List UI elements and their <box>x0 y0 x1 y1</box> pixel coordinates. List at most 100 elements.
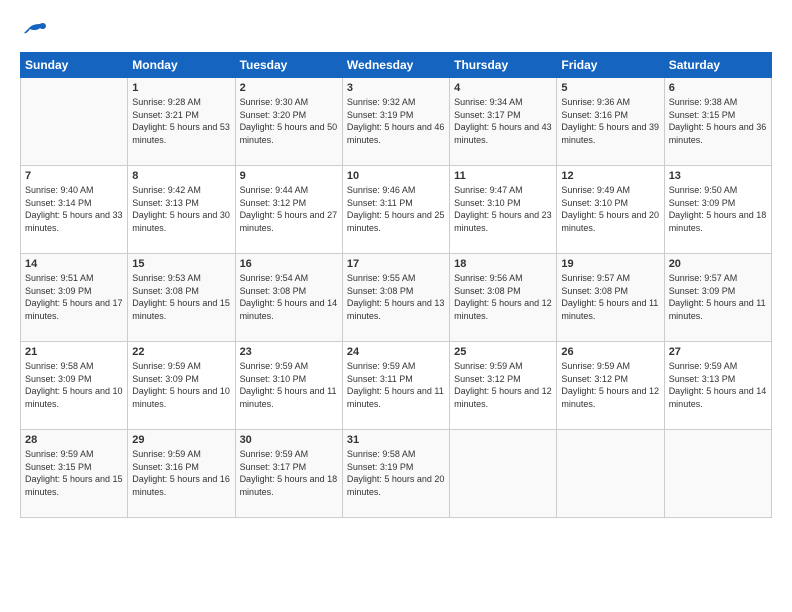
sunset-label: Sunset: 3:16 PM <box>132 462 199 472</box>
calendar-day-cell: 6 Sunrise: 9:38 AM Sunset: 3:15 PM Dayli… <box>664 78 771 166</box>
calendar-week-row: 7 Sunrise: 9:40 AM Sunset: 3:14 PM Dayli… <box>21 166 772 254</box>
day-info: Sunrise: 9:51 AM Sunset: 3:09 PM Dayligh… <box>25 272 123 322</box>
sunset-label: Sunset: 3:12 PM <box>240 198 307 208</box>
calendar-day-cell: 30 Sunrise: 9:59 AM Sunset: 3:17 PM Dayl… <box>235 430 342 518</box>
daylight-label: Daylight: 5 hours and 11 minutes. <box>347 386 444 409</box>
sunset-label: Sunset: 3:08 PM <box>347 286 414 296</box>
sunset-label: Sunset: 3:09 PM <box>132 374 199 384</box>
day-info: Sunrise: 9:59 AM Sunset: 3:15 PM Dayligh… <box>25 448 123 498</box>
sunrise-label: Sunrise: 9:34 AM <box>454 97 523 107</box>
sunset-label: Sunset: 3:12 PM <box>561 374 628 384</box>
day-info: Sunrise: 9:30 AM Sunset: 3:20 PM Dayligh… <box>240 96 338 146</box>
sunset-label: Sunset: 3:19 PM <box>347 110 414 120</box>
calendar-table: SundayMondayTuesdayWednesdayThursdayFrid… <box>20 52 772 518</box>
day-info: Sunrise: 9:57 AM Sunset: 3:09 PM Dayligh… <box>669 272 767 322</box>
day-info: Sunrise: 9:56 AM Sunset: 3:08 PM Dayligh… <box>454 272 552 322</box>
day-info: Sunrise: 9:40 AM Sunset: 3:14 PM Dayligh… <box>25 184 123 234</box>
day-info: Sunrise: 9:59 AM Sunset: 3:10 PM Dayligh… <box>240 360 338 410</box>
calendar-day-cell: 21 Sunrise: 9:58 AM Sunset: 3:09 PM Dayl… <box>21 342 128 430</box>
daylight-label: Daylight: 5 hours and 10 minutes. <box>132 386 230 409</box>
daylight-label: Daylight: 5 hours and 36 minutes. <box>669 122 767 145</box>
calendar-day-cell: 2 Sunrise: 9:30 AM Sunset: 3:20 PM Dayli… <box>235 78 342 166</box>
daylight-label: Daylight: 5 hours and 14 minutes. <box>669 386 767 409</box>
sunrise-label: Sunrise: 9:59 AM <box>454 361 523 371</box>
daylight-label: Daylight: 5 hours and 23 minutes. <box>454 210 552 233</box>
sunset-label: Sunset: 3:08 PM <box>561 286 628 296</box>
day-number: 1 <box>132 82 230 94</box>
daylight-label: Daylight: 5 hours and 12 minutes. <box>561 386 659 409</box>
weekday-header-cell: Thursday <box>450 53 557 78</box>
day-number: 27 <box>669 346 767 358</box>
calendar-day-cell <box>21 78 128 166</box>
sunset-label: Sunset: 3:09 PM <box>25 286 92 296</box>
day-info: Sunrise: 9:38 AM Sunset: 3:15 PM Dayligh… <box>669 96 767 146</box>
sunset-label: Sunset: 3:09 PM <box>25 374 92 384</box>
sunrise-label: Sunrise: 9:36 AM <box>561 97 630 107</box>
sunrise-label: Sunrise: 9:47 AM <box>454 185 523 195</box>
day-number: 28 <box>25 434 123 446</box>
daylight-label: Daylight: 5 hours and 50 minutes. <box>240 122 338 145</box>
sunrise-label: Sunrise: 9:59 AM <box>561 361 630 371</box>
sunset-label: Sunset: 3:11 PM <box>347 198 413 208</box>
day-number: 6 <box>669 82 767 94</box>
sunset-label: Sunset: 3:19 PM <box>347 462 414 472</box>
sunrise-label: Sunrise: 9:59 AM <box>240 449 309 459</box>
sunrise-label: Sunrise: 9:44 AM <box>240 185 309 195</box>
day-number: 30 <box>240 434 338 446</box>
sunset-label: Sunset: 3:08 PM <box>132 286 199 296</box>
daylight-label: Daylight: 5 hours and 25 minutes. <box>347 210 445 233</box>
calendar-day-cell: 19 Sunrise: 9:57 AM Sunset: 3:08 PM Dayl… <box>557 254 664 342</box>
daylight-label: Daylight: 5 hours and 11 minutes. <box>669 298 766 321</box>
calendar-day-cell: 14 Sunrise: 9:51 AM Sunset: 3:09 PM Dayl… <box>21 254 128 342</box>
day-info: Sunrise: 9:28 AM Sunset: 3:21 PM Dayligh… <box>132 96 230 146</box>
day-number: 20 <box>669 258 767 270</box>
calendar-day-cell: 4 Sunrise: 9:34 AM Sunset: 3:17 PM Dayli… <box>450 78 557 166</box>
sunset-label: Sunset: 3:09 PM <box>669 198 736 208</box>
sunset-label: Sunset: 3:13 PM <box>132 198 199 208</box>
logo <box>20 18 52 46</box>
day-info: Sunrise: 9:44 AM Sunset: 3:12 PM Dayligh… <box>240 184 338 234</box>
day-info: Sunrise: 9:34 AM Sunset: 3:17 PM Dayligh… <box>454 96 552 146</box>
calendar-day-cell: 12 Sunrise: 9:49 AM Sunset: 3:10 PM Dayl… <box>557 166 664 254</box>
daylight-label: Daylight: 5 hours and 18 minutes. <box>669 210 767 233</box>
day-info: Sunrise: 9:36 AM Sunset: 3:16 PM Dayligh… <box>561 96 659 146</box>
day-number: 18 <box>454 258 552 270</box>
day-number: 21 <box>25 346 123 358</box>
daylight-label: Daylight: 5 hours and 39 minutes. <box>561 122 659 145</box>
sunrise-label: Sunrise: 9:30 AM <box>240 97 309 107</box>
sunset-label: Sunset: 3:20 PM <box>240 110 307 120</box>
sunset-label: Sunset: 3:17 PM <box>454 110 521 120</box>
daylight-label: Daylight: 5 hours and 11 minutes. <box>240 386 337 409</box>
calendar-day-cell: 11 Sunrise: 9:47 AM Sunset: 3:10 PM Dayl… <box>450 166 557 254</box>
sunrise-label: Sunrise: 9:40 AM <box>25 185 94 195</box>
sunset-label: Sunset: 3:10 PM <box>240 374 307 384</box>
day-number: 31 <box>347 434 445 446</box>
sunrise-label: Sunrise: 9:32 AM <box>347 97 416 107</box>
sunset-label: Sunset: 3:15 PM <box>25 462 92 472</box>
daylight-label: Daylight: 5 hours and 20 minutes. <box>561 210 659 233</box>
calendar-day-cell: 25 Sunrise: 9:59 AM Sunset: 3:12 PM Dayl… <box>450 342 557 430</box>
page: SundayMondayTuesdayWednesdayThursdayFrid… <box>0 0 792 612</box>
day-number: 16 <box>240 258 338 270</box>
day-info: Sunrise: 9:59 AM Sunset: 3:09 PM Dayligh… <box>132 360 230 410</box>
logo-icon <box>20 18 48 46</box>
day-info: Sunrise: 9:59 AM Sunset: 3:16 PM Dayligh… <box>132 448 230 498</box>
day-number: 12 <box>561 170 659 182</box>
sunrise-label: Sunrise: 9:59 AM <box>25 449 94 459</box>
daylight-label: Daylight: 5 hours and 18 minutes. <box>240 474 338 497</box>
daylight-label: Daylight: 5 hours and 53 minutes. <box>132 122 230 145</box>
daylight-label: Daylight: 5 hours and 20 minutes. <box>347 474 445 497</box>
sunrise-label: Sunrise: 9:28 AM <box>132 97 201 107</box>
day-number: 7 <box>25 170 123 182</box>
sunrise-label: Sunrise: 9:46 AM <box>347 185 416 195</box>
daylight-label: Daylight: 5 hours and 14 minutes. <box>240 298 338 321</box>
day-number: 25 <box>454 346 552 358</box>
calendar-day-cell: 18 Sunrise: 9:56 AM Sunset: 3:08 PM Dayl… <box>450 254 557 342</box>
calendar-day-cell: 27 Sunrise: 9:59 AM Sunset: 3:13 PM Dayl… <box>664 342 771 430</box>
day-number: 10 <box>347 170 445 182</box>
sunrise-label: Sunrise: 9:57 AM <box>669 273 738 283</box>
sunrise-label: Sunrise: 9:57 AM <box>561 273 630 283</box>
sunrise-label: Sunrise: 9:38 AM <box>669 97 738 107</box>
day-info: Sunrise: 9:53 AM Sunset: 3:08 PM Dayligh… <box>132 272 230 322</box>
header <box>20 18 772 46</box>
